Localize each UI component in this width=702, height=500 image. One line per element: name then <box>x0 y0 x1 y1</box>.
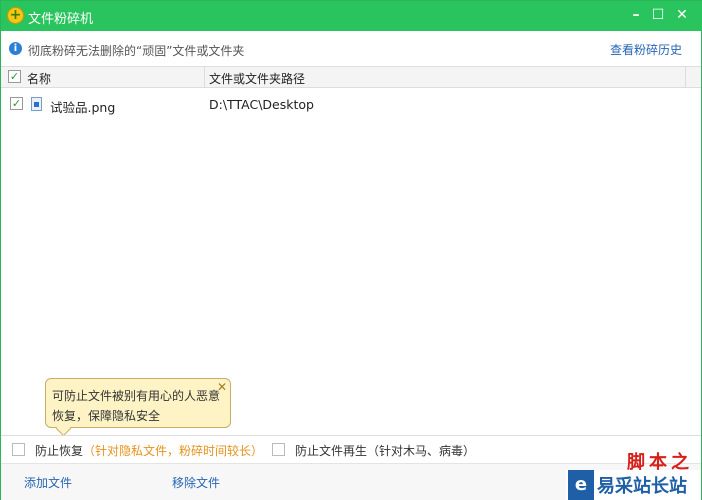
add-file-button[interactable]: 添加文件 <box>24 474 72 491</box>
prevent-regen-checkbox[interactable] <box>272 443 285 456</box>
app-logo-icon: + <box>7 7 24 24</box>
info-text: 彻底粉碎无法删除的“顽固”文件或文件夹 <box>28 44 245 58</box>
remove-file-button[interactable]: 移除文件 <box>172 474 220 491</box>
table-row[interactable]: ✓ 试验品.png D:\TTAC\Desktop <box>1 93 685 115</box>
watermark-logo: 脚本之 e 易采站长站 <box>566 452 701 500</box>
window-title: 文件粉碎机 <box>28 12 94 27</box>
maximize-button[interactable]: ☐ <box>647 5 669 25</box>
prevent-recovery-checkbox[interactable] <box>12 443 25 456</box>
tooltip-close-icon[interactable]: ✕ <box>217 377 227 397</box>
column-divider[interactable] <box>685 67 686 87</box>
info-icon: i <box>9 42 22 55</box>
column-divider[interactable] <box>204 67 205 87</box>
select-all-checkbox[interactable]: ✓ <box>8 70 21 83</box>
minimize-button[interactable]: – <box>625 5 647 25</box>
table-header: ✓ 名称 文件或文件夹路径 <box>1 66 701 88</box>
file-path: D:\TTAC\Desktop <box>209 97 314 112</box>
prevent-recovery-text: 防止恢复 <box>35 444 84 458</box>
prevent-regen-label[interactable]: 防止文件再生（针对木马、病毒） <box>295 442 475 459</box>
column-name[interactable]: 名称 <box>27 70 51 87</box>
row-checkbox[interactable]: ✓ <box>10 97 23 110</box>
options-bar: 防止恢复（针对隐私文件，粉碎时间较长） 防止文件再生（针对木马、病毒） <box>1 435 701 463</box>
footer: 添加文件 移除文件 脚本之 e 易采站长站 <box>1 452 701 500</box>
prevent-recovery-note: （针对隐私文件，粉碎时间较长） <box>83 444 264 458</box>
image-file-icon <box>31 97 42 111</box>
tooltip-text: 可防止文件被别有用心的人恶意恢复，保障隐私安全 <box>52 389 221 423</box>
tooltip: 可防止文件被别有用心的人恶意恢复，保障隐私安全 ✕ <box>45 378 231 428</box>
title-bar: + 文件粉碎机 – ☐ ✕ <box>1 1 702 31</box>
column-path[interactable]: 文件或文件夹路径 <box>209 70 305 87</box>
file-name: 试验品.png <box>50 100 116 115</box>
info-bar: i 彻底粉碎无法删除的“顽固”文件或文件夹 查看粉碎历史 <box>1 31 701 66</box>
view-history-link[interactable]: 查看粉碎历史 <box>610 41 682 58</box>
prevent-recovery-label[interactable]: 防止恢复（针对隐私文件，粉碎时间较长） <box>35 442 263 459</box>
close-button[interactable]: ✕ <box>671 5 693 25</box>
